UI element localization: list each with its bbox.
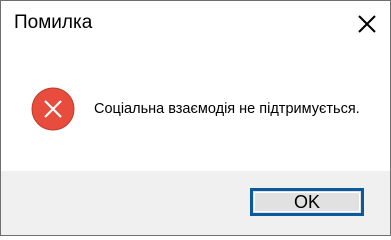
- error-message: Соціальна взаємодія не підтримується.: [94, 101, 360, 117]
- error-dialog: Помилка Соціальна взаємодія не підтримує…: [0, 0, 391, 236]
- dialog-content: Соціальна взаємодія не підтримується.: [1, 45, 390, 171]
- dialog-footer: OK: [1, 171, 390, 235]
- title-bar: Помилка: [1, 1, 390, 45]
- ok-button-label: OK: [293, 192, 320, 212]
- close-icon: [352, 9, 382, 39]
- dialog-title: Помилка: [14, 12, 93, 33]
- close-button[interactable]: [352, 9, 382, 39]
- ok-button[interactable]: OK: [250, 188, 364, 216]
- error-x-icon: [31, 87, 75, 131]
